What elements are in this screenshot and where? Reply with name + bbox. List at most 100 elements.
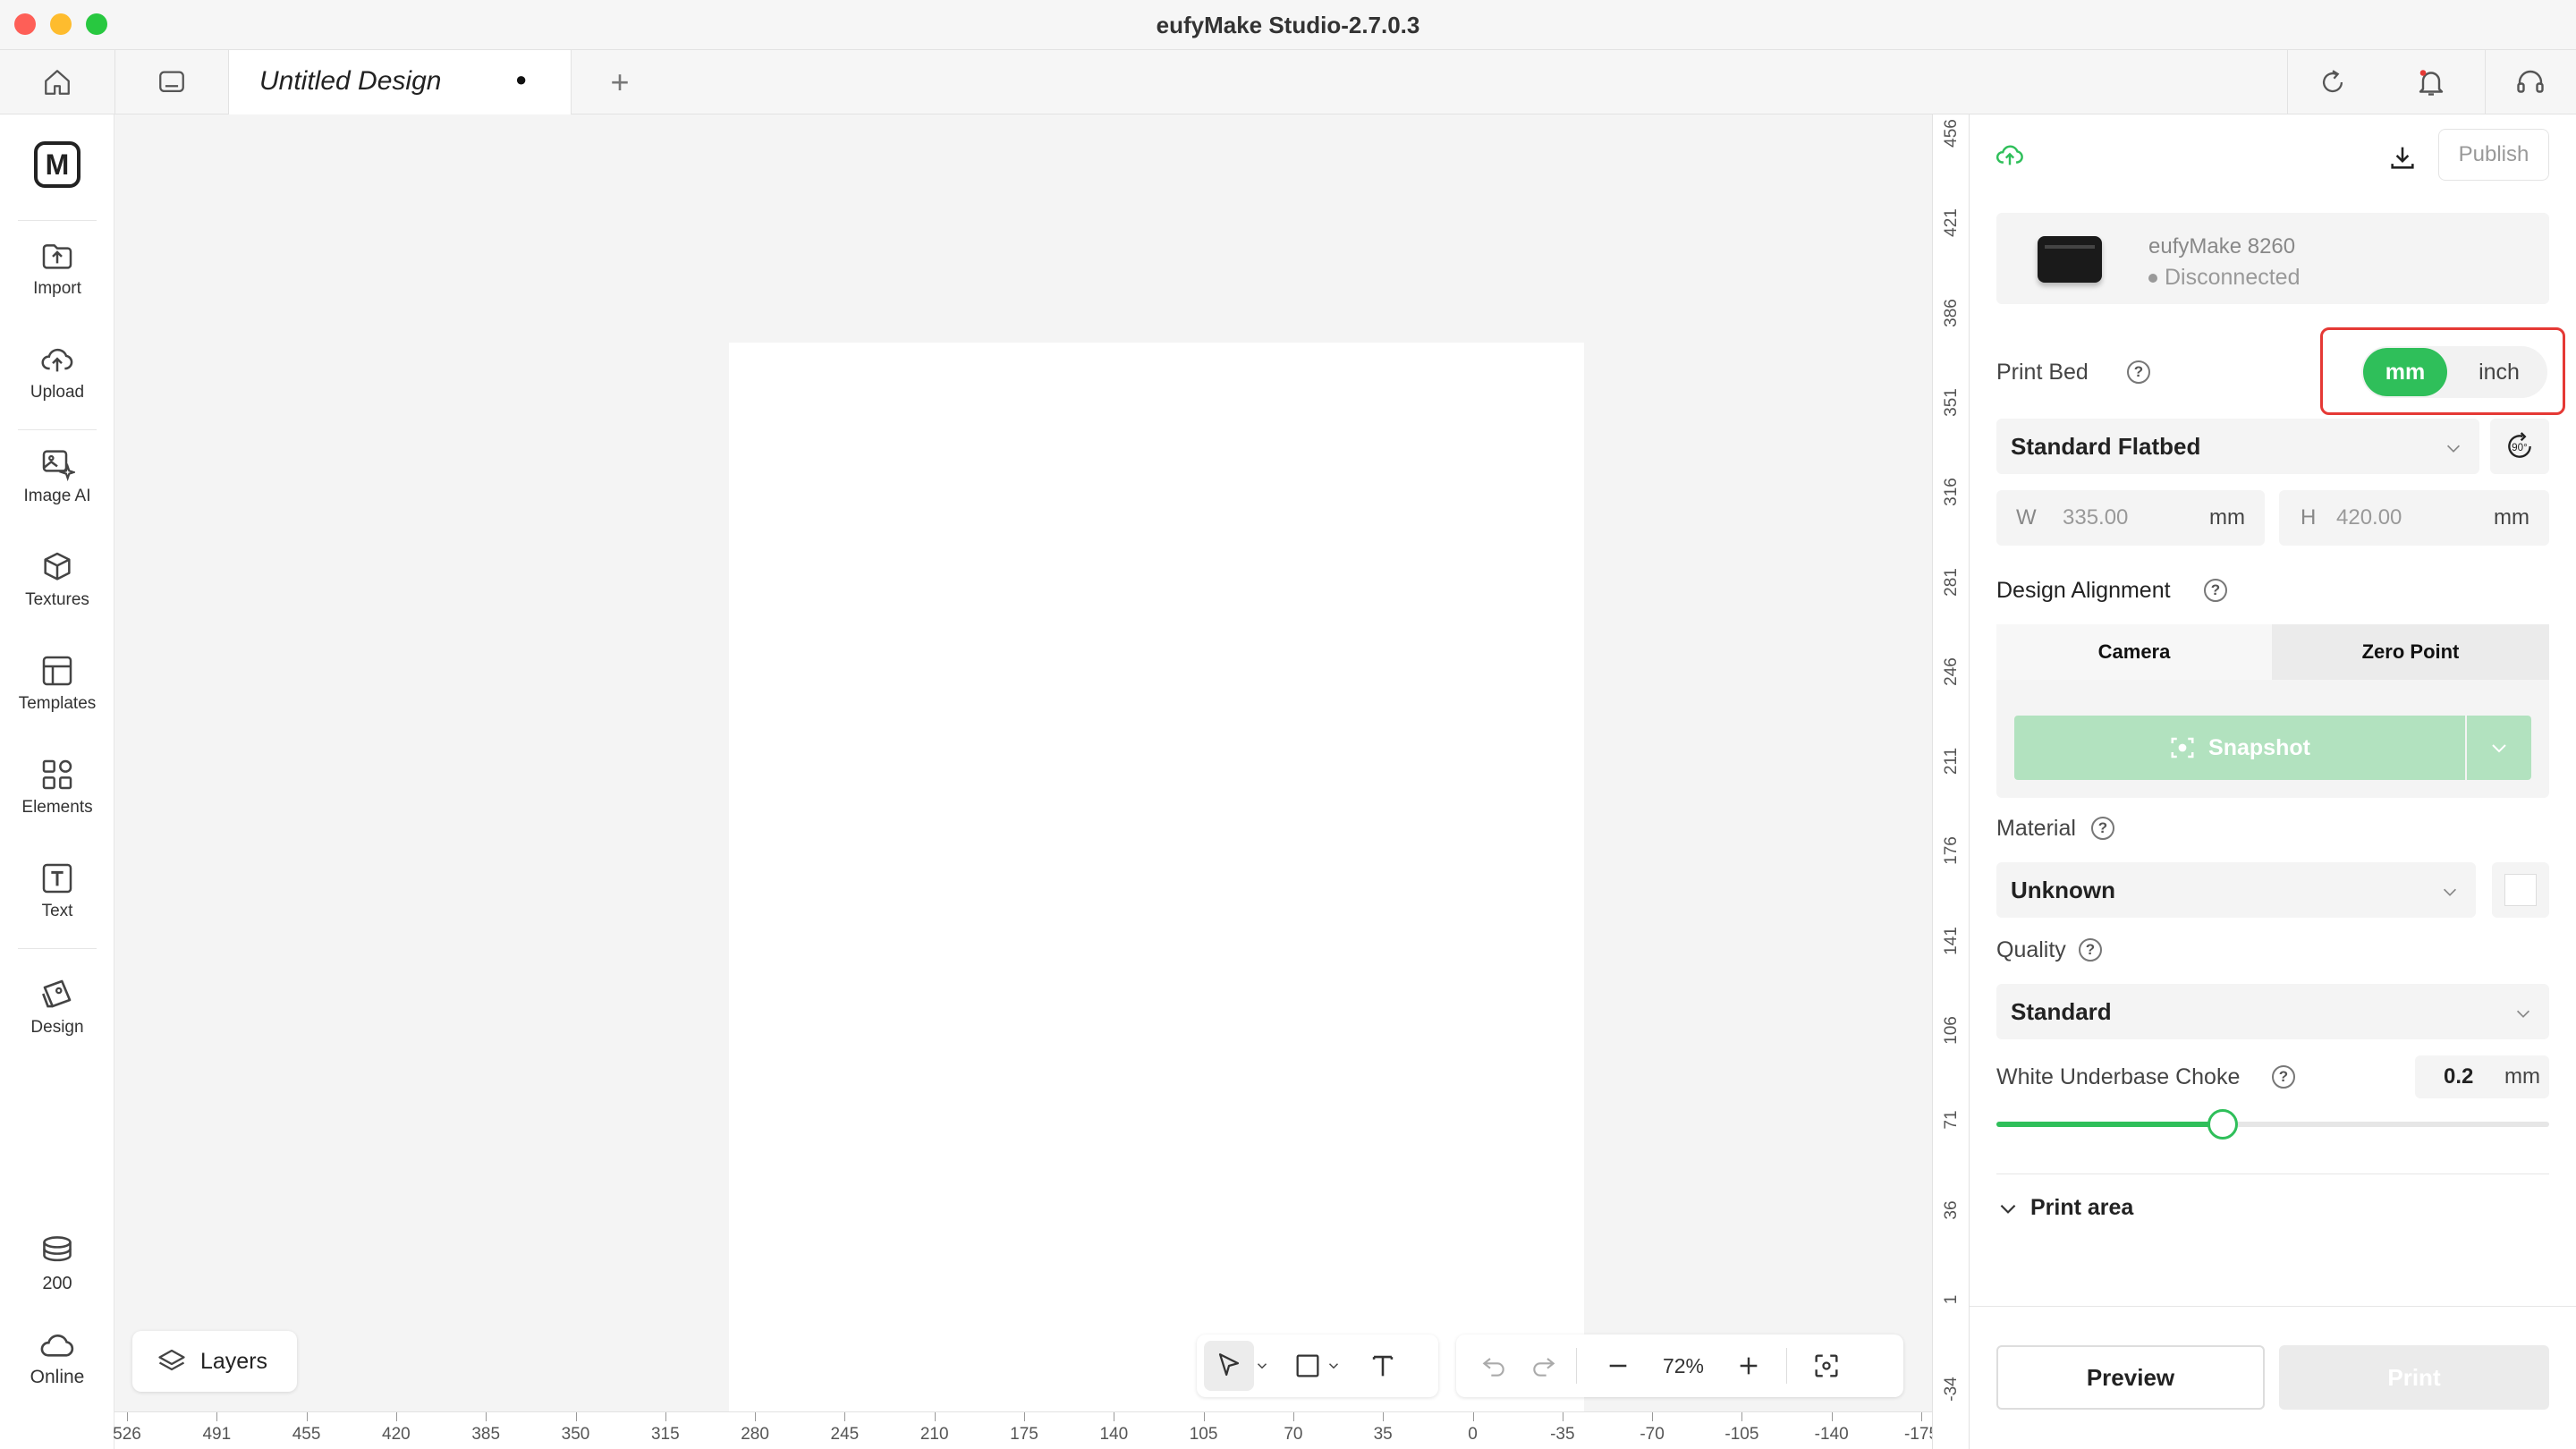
panel-toggle-button[interactable]	[115, 50, 228, 114]
layers-icon	[158, 1349, 185, 1371]
ruler-tick	[486, 1412, 487, 1421]
sidebar-item-import[interactable]: Import	[0, 238, 114, 299]
ruler-tick	[306, 1412, 308, 1421]
material-color-button[interactable]	[2492, 862, 2549, 918]
choke-slider-track[interactable]	[1996, 1109, 2549, 1140]
sidebar-item-textures[interactable]: Textures	[0, 549, 114, 610]
width-field[interactable]: W 335.00 mm	[1996, 490, 2265, 546]
rectangle-icon	[1296, 1354, 1319, 1377]
choke-slider-thumb[interactable]	[2207, 1109, 2239, 1140]
ruler-label: 106	[1942, 1016, 1961, 1045]
chevron-down-icon[interactable]	[1326, 1358, 1342, 1374]
unit-mm-option[interactable]: mm	[2363, 348, 2447, 396]
choke-value: 0.2	[2444, 1064, 2474, 1089]
rotate-90-button[interactable]: 90°	[2490, 419, 2549, 474]
help-icon[interactable]: ?	[2079, 938, 2102, 962]
sync-button[interactable]	[2288, 50, 2377, 114]
material-select[interactable]: Unknown	[1996, 862, 2476, 918]
help-icon[interactable]: ?	[2272, 1065, 2295, 1089]
image-ai-icon	[42, 450, 75, 481]
zoom-level[interactable]: 72%	[1652, 1354, 1715, 1378]
design-alignment-label: Design Alignment	[1996, 578, 2171, 603]
quality-label: Quality	[1996, 937, 2066, 962]
support-button[interactable]	[2486, 50, 2575, 114]
ruler-tick	[934, 1412, 936, 1421]
shape-tool[interactable]	[1290, 1341, 1326, 1391]
quality-select[interactable]: Standard	[1996, 984, 2549, 1039]
view-toolbar: 72%	[1456, 1335, 1903, 1397]
refresh-icon	[2322, 70, 2343, 93]
sidebar-item-design[interactable]: Design	[0, 975, 114, 1038]
coins-balance[interactable]: 200	[0, 1233, 114, 1294]
printer-status: Disconnected	[2148, 265, 2300, 291]
zoom-in-button[interactable]	[1731, 1341, 1767, 1391]
fit-to-screen-button[interactable]	[1809, 1341, 1844, 1391]
ruler-tick	[1741, 1412, 1743, 1421]
unit-inch-option[interactable]: inch	[2454, 348, 2544, 396]
snapshot-button[interactable]: Snapshot	[2014, 716, 2465, 780]
sidebar-item-label: Upload	[30, 383, 85, 402]
snapshot-options-button[interactable]	[2467, 716, 2531, 780]
unit-toggle[interactable]: mm inch	[2361, 346, 2547, 398]
tools-toolbar	[1197, 1335, 1438, 1397]
chevron-down-icon	[2492, 744, 2506, 753]
coins-icon	[43, 1236, 72, 1262]
status-dot	[2148, 273, 2157, 283]
ruler-label: 386	[1942, 298, 1961, 327]
home-button[interactable]	[0, 50, 114, 114]
redo-button[interactable]	[1526, 1341, 1562, 1391]
ruler-tick	[1652, 1412, 1654, 1421]
ruler-label: 455	[292, 1425, 321, 1444]
home-icon	[45, 70, 70, 95]
tab-camera[interactable]: Camera	[1996, 624, 2272, 680]
preview-button[interactable]: Preview	[1996, 1345, 2265, 1410]
alignment-box: Camera Zero Point Snapshot	[1996, 624, 2549, 798]
ruler-label: 36	[1942, 1200, 1961, 1220]
print-area-section[interactable]: Print area	[1996, 1195, 2133, 1221]
choke-slider-fill	[1996, 1122, 2224, 1127]
cloud-save-button[interactable]	[1995, 140, 2025, 170]
choke-input[interactable]: 0.2 mm	[2415, 1055, 2549, 1098]
online-status[interactable]: Online	[0, 1327, 114, 1388]
print-button[interactable]: Print	[2279, 1345, 2549, 1410]
sidebar-item-upload[interactable]: Upload	[0, 342, 114, 402]
select-tool[interactable]	[1204, 1341, 1254, 1391]
notifications-button[interactable]	[2386, 50, 2476, 114]
text-tool[interactable]	[1365, 1341, 1401, 1391]
tab-untitled-design[interactable]: Untitled Design ●	[229, 50, 571, 114]
help-icon[interactable]: ?	[2091, 817, 2114, 840]
ruler-label: 420	[382, 1425, 411, 1444]
chevron-down-icon	[2443, 888, 2457, 896]
bed-type-select[interactable]: Standard Flatbed	[1996, 419, 2479, 474]
tab-zero-point[interactable]: Zero Point	[2272, 624, 2549, 680]
sidebar-item-text[interactable]: Text	[0, 860, 114, 921]
vertical-ruler: 456 421 386 351 316 281 246 211 176 141 106 71 36 1 -3…	[1932, 114, 1970, 1449]
new-tab-button[interactable]: +	[590, 50, 649, 114]
download-icon	[2391, 147, 2414, 169]
layers-button[interactable]: Layers	[132, 1331, 297, 1392]
sidebar-item-templates[interactable]: Templates	[0, 653, 114, 714]
ruler-tick	[1024, 1412, 1025, 1421]
sidebar-item-elements[interactable]: Elements	[0, 757, 114, 818]
ruler-label: 316	[1942, 478, 1961, 507]
print-bed-label: Print Bed	[1996, 360, 2089, 385]
publish-button[interactable]: Publish	[2438, 129, 2549, 181]
printer-card[interactable]: eufyMake 8260 Disconnected	[1996, 213, 2549, 304]
choke-unit: mm	[2504, 1064, 2540, 1089]
ruler-tick	[1292, 1412, 1294, 1421]
help-icon[interactable]: ?	[2204, 579, 2227, 602]
design-canvas[interactable]: Layers 72%	[114, 114, 1932, 1414]
height-field[interactable]: H 420.00 mm	[2279, 490, 2549, 546]
zoom-out-button[interactable]	[1600, 1341, 1636, 1391]
ruler-label: 351	[1942, 388, 1961, 417]
snapshot-icon	[2171, 737, 2194, 758]
chevron-down-icon[interactable]	[1254, 1358, 1270, 1374]
download-button[interactable]	[2383, 138, 2422, 177]
artboard[interactable]	[729, 343, 1584, 1414]
bell-icon	[2419, 70, 2444, 96]
ruler-label: 421	[1942, 208, 1961, 238]
sidebar-item-image-ai[interactable]: Image AI	[0, 445, 114, 506]
title-bar: eufyMake Studio-2.7.0.3	[0, 0, 2576, 50]
undo-button[interactable]	[1476, 1341, 1512, 1391]
help-icon[interactable]: ?	[2127, 360, 2150, 384]
